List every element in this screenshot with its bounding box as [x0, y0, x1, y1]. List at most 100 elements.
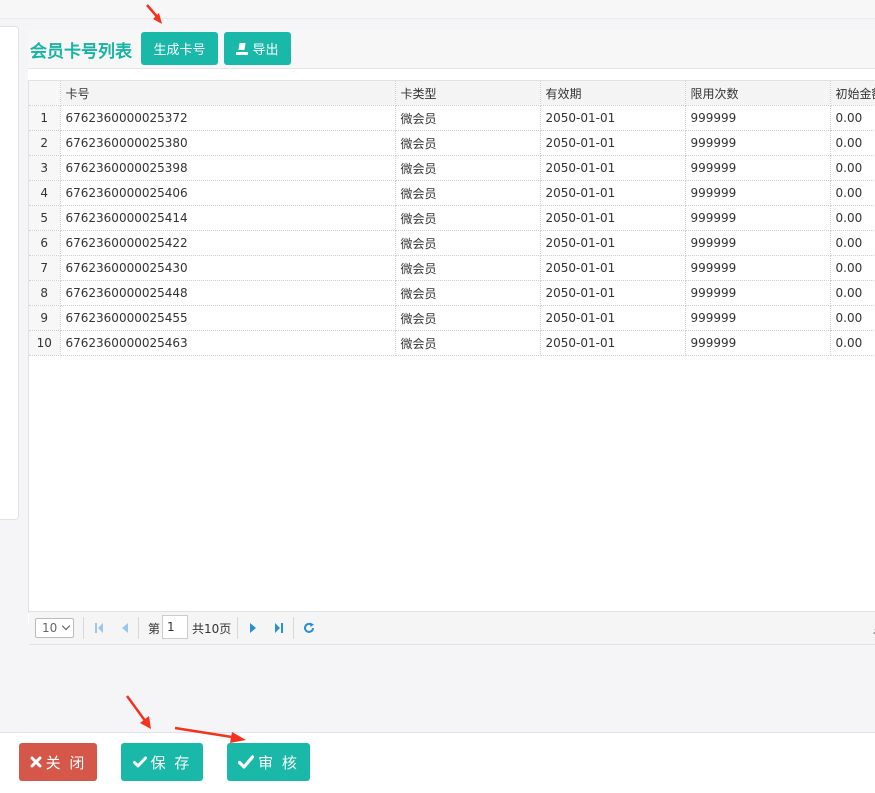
row-number: 1 [29, 105, 61, 131]
card-number-cell: 6762360000025463 [60, 330, 396, 356]
table-row[interactable]: 3 6762360000025398 微会员 2050-01-01 999999 0.00 [29, 155, 875, 181]
row-number: 7 [29, 255, 61, 281]
row-number: 3 [29, 155, 61, 181]
row-number: 10 [29, 330, 61, 356]
table-header-row: 卡号 卡类型 有效期 限用次数 初始金额 [29, 81, 875, 106]
initial-amount-cell: 0.00 [830, 230, 875, 256]
expiry-cell: 2050-01-01 [540, 330, 686, 356]
close-x-icon [30, 756, 42, 768]
expiry-cell: 2050-01-01 [540, 105, 686, 131]
page-size-select[interactable]: 10 [35, 618, 74, 638]
card-type-cell: 微会员 [395, 105, 541, 131]
check-icon [132, 756, 147, 768]
card-type-cell: 微会员 [395, 155, 541, 181]
row-number: 8 [29, 280, 61, 306]
usage-limit-cell: 999999 [685, 255, 831, 281]
card-type-cell: 微会员 [395, 330, 541, 356]
annotation-arrow-icon [125, 695, 151, 729]
card-table: 卡号 卡类型 有效期 限用次数 初始金额 16762360000025372微会… [29, 81, 875, 356]
export-label: 导出 [252, 43, 279, 58]
table-row[interactable]: 5 6762360000025414 微会员 2050-01-01 999999 0.00 [29, 205, 875, 231]
row-number: 9 [29, 305, 61, 331]
generate-card-button[interactable]: 生成卡号 [141, 32, 218, 65]
total-pages-label: 共10页 [192, 622, 232, 636]
usage-limit-cell: 999999 [685, 105, 831, 131]
usage-limit-cell: 999999 [685, 280, 831, 306]
initial-amount-cell: 0.00 [830, 255, 875, 281]
expiry-cell: 2050-01-01 [540, 155, 686, 181]
check-icon [238, 755, 255, 769]
panel-title: 会员卡号列表 [30, 42, 132, 62]
card-number-cell: 6762360000025372 [60, 105, 396, 131]
initial-amount-cell: 0.00 [830, 280, 875, 306]
card-number-cell: 6762360000025422 [60, 230, 396, 256]
usage-limit-cell: 999999 [685, 130, 831, 156]
card-type-cell: 微会员 [395, 280, 541, 306]
expiry-cell: 2050-01-01 [540, 305, 686, 331]
initial-amount-cell: 0.00 [830, 155, 875, 181]
card-type-cell: 微会员 [395, 205, 541, 231]
next-page-icon[interactable] [247, 622, 259, 634]
card-number-cell: 6762360000025448 [60, 280, 396, 306]
column-header-card-type[interactable]: 卡类型 [395, 81, 541, 106]
first-page-icon[interactable] [93, 622, 105, 634]
usage-limit-cell: 999999 [685, 230, 831, 256]
column-header-card-no[interactable]: 卡号 [60, 81, 396, 106]
column-header-initial-amount[interactable]: 初始金额 [830, 81, 875, 106]
card-number-cell: 6762360000025406 [60, 180, 396, 206]
expiry-cell: 2050-01-01 [540, 280, 686, 306]
export-icon [236, 43, 249, 55]
expiry-cell: 2050-01-01 [540, 180, 686, 206]
table-row[interactable]: 10 6762360000025463 微会员 2050-01-01 999999 0.0… [29, 330, 875, 356]
table-row[interactable]: 7 6762360000025430 微会员 2050-01-01 999999 0.00 [29, 255, 875, 281]
review-label: 审 核 [258, 753, 299, 772]
table-row[interactable]: 1 6762360000025372 微会员 2050-01-01 999999 0.00 [29, 105, 875, 131]
expiry-cell: 2050-01-01 [540, 230, 686, 256]
initial-amount-cell: 0.00 [830, 130, 875, 156]
prev-page-icon[interactable] [119, 622, 131, 634]
review-button[interactable]: 审 核 [227, 743, 310, 781]
last-page-icon[interactable] [273, 622, 285, 634]
close-button[interactable]: 关 闭 [19, 743, 97, 781]
pager-divider [83, 617, 84, 639]
usage-limit-cell: 999999 [685, 205, 831, 231]
usage-limit-cell: 999999 [685, 330, 831, 356]
chevron-down-icon [61, 621, 71, 631]
refresh-icon[interactable] [303, 622, 315, 634]
card-type-cell: 微会员 [395, 305, 541, 331]
page-size-value: 10 [42, 621, 58, 635]
usage-limit-cell: 999999 [685, 305, 831, 331]
export-button[interactable]: 导出 [224, 32, 291, 65]
pager-divider [237, 617, 238, 639]
card-grid: 卡号 卡类型 有效期 限用次数 初始金额 16762360000025372微会… [28, 80, 875, 613]
row-number: 5 [29, 205, 61, 231]
usage-limit-cell: 999999 [685, 180, 831, 206]
column-header-expiry[interactable]: 有效期 [540, 81, 686, 106]
expiry-cell: 2050-01-01 [540, 130, 686, 156]
expiry-cell: 2050-01-01 [540, 255, 686, 281]
card-number-cell: 6762360000025380 [60, 130, 396, 156]
table-row[interactable]: 2 6762360000025380 微会员 2050-01-01 999999 0.00 [29, 130, 875, 156]
initial-amount-cell: 0.00 [830, 205, 875, 231]
pager-divider [138, 617, 139, 639]
footer-action-bar: 关 闭 保 存 审 核 [0, 732, 875, 793]
save-label: 保 存 [150, 753, 192, 772]
expiry-cell: 2050-01-01 [540, 205, 686, 231]
card-number-cell: 6762360000025455 [60, 305, 396, 331]
row-number-header [29, 81, 61, 106]
card-type-cell: 微会员 [395, 180, 541, 206]
table-row[interactable]: 4 6762360000025406 微会员 2050-01-01 999999 0.00 [29, 180, 875, 206]
card-number-cell: 6762360000025414 [60, 205, 396, 231]
close-label: 关 闭 [45, 753, 87, 772]
page-number-input[interactable]: 1 [162, 615, 188, 639]
table-row[interactable]: 6 6762360000025422 微会员 2050-01-01 999999 0.00 [29, 230, 875, 256]
initial-amount-cell: 0.00 [830, 180, 875, 206]
table-row[interactable]: 9 6762360000025455 微会员 2050-01-01 999999 0.00 [29, 305, 875, 331]
save-button[interactable]: 保 存 [121, 743, 203, 781]
top-strip [0, 0, 875, 19]
row-number: 2 [29, 130, 61, 156]
table-row[interactable]: 8 6762360000025448 微会员 2050-01-01 999999 0.00 [29, 280, 875, 306]
row-number: 6 [29, 230, 61, 256]
column-header-usage-limit[interactable]: 限用次数 [685, 81, 831, 106]
generate-card-label: 生成卡号 [153, 43, 206, 58]
